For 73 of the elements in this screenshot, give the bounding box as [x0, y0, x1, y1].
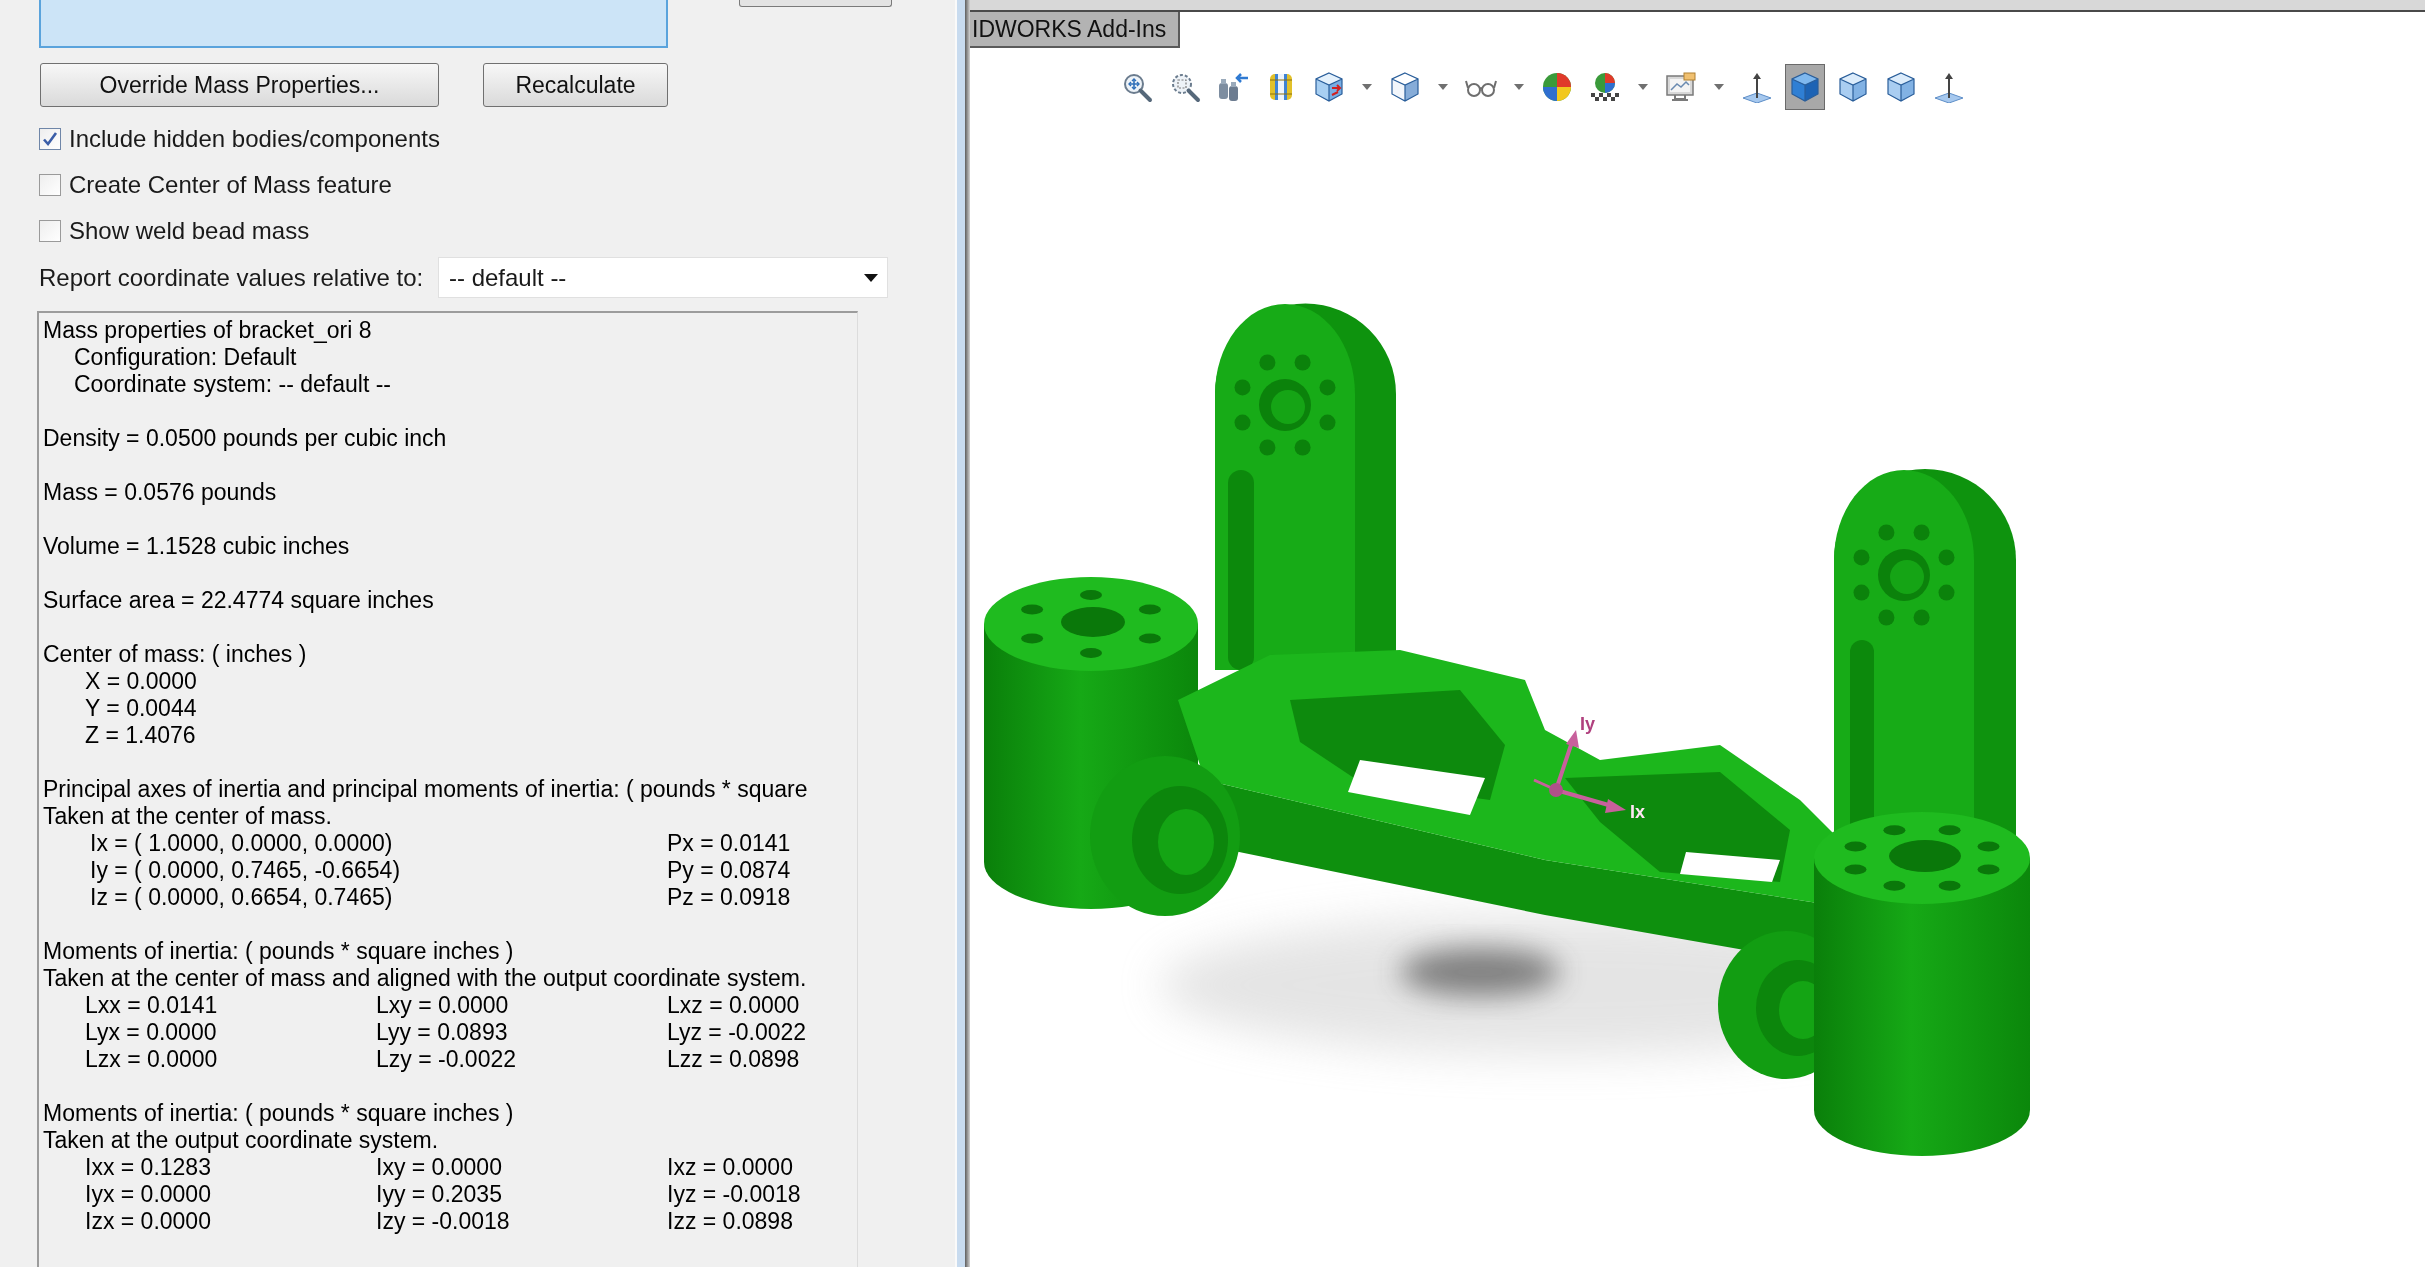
axis-vector: Iz = ( 0.0000, 0.6654, 0.7465) — [90, 884, 394, 911]
checkbox-label[interactable]: Show weld bead mass — [69, 213, 310, 249]
matrix-entry: Iyy = 0.2035 — [376, 1181, 503, 1208]
matrix-entry: Ixz = 0.0000 — [667, 1154, 794, 1181]
checkbox-label[interactable]: Include hidden bodies/components — [69, 121, 440, 157]
checkbox-label[interactable]: Create Center of Mass feature — [69, 167, 392, 203]
binoculars-icon — [1217, 70, 1249, 103]
report-line: Surface area = 22.4774 square inches — [43, 587, 435, 614]
cube-icon — [1885, 70, 1917, 103]
axis-label: Iy — [1580, 714, 1595, 734]
report-line: Mass = 0.0576 pounds — [43, 479, 278, 506]
caret-icon — [864, 273, 878, 282]
toolbar-button[interactable] — [1785, 63, 1825, 110]
report-item: Configuration: Default — [73, 344, 298, 371]
dialog-button[interactable]: Recalculate — [483, 63, 668, 107]
matrix-entry: Lyx = 0.0000 — [85, 1019, 218, 1046]
cube-icon — [1789, 70, 1821, 103]
cube-icon — [1837, 70, 1869, 103]
checkbox[interactable] — [39, 174, 61, 196]
checkbox[interactable] — [39, 220, 61, 242]
checkbox[interactable] — [39, 128, 61, 150]
matrix-entry: Ixy = 0.0000 — [376, 1154, 503, 1181]
caret-icon[interactable] — [1438, 83, 1448, 90]
matrix-entry: Lxy = 0.0000 — [376, 992, 510, 1019]
principal-moment: Px = 0.0141 — [667, 830, 791, 857]
matrix-entry: Lzz = 0.0898 — [667, 1046, 801, 1073]
matrix-entry: Izx = 0.0000 — [85, 1208, 212, 1235]
matrix-entry: Lyy = 0.0893 — [376, 1019, 509, 1046]
matrix-entry: Lzx = 0.0000 — [85, 1046, 219, 1073]
matrix-entry: Izz = 0.0898 — [667, 1208, 794, 1235]
report-note: Taken at the center of mass. — [43, 803, 333, 830]
caret-icon[interactable] — [1514, 83, 1524, 90]
field-label: Report coordinate values relative to: — [39, 262, 425, 293]
cube-arrows-icon — [1313, 70, 1345, 103]
report-item: Z = 1.4076 — [84, 722, 197, 749]
matrix-entry: Iyz = -0.0018 — [667, 1181, 802, 1208]
caret-icon[interactable] — [1362, 83, 1372, 90]
matrix-entry: Lxz = 0.0000 — [667, 992, 801, 1019]
matrix-entry: Lzy = -0.0022 — [376, 1046, 517, 1073]
truncated-button[interactable] — [739, 0, 892, 7]
ball-on-checkerboard-icon — [1589, 70, 1621, 103]
caret-icon[interactable] — [1638, 83, 1648, 90]
checkmark-icon — [42, 131, 58, 147]
matrix-entry: Izy = -0.0018 — [376, 1208, 511, 1235]
report-note: Taken at the output coordinate system. — [43, 1127, 440, 1154]
dialog-button[interactable]: Override Mass Properties... — [40, 63, 439, 107]
report-note: Taken at the center of mass and aligned with the output coordinate system. — [43, 965, 808, 992]
principal-moment: Pz = 0.0918 — [667, 884, 791, 911]
report-heading: Moments of inertia: ( pounds * square inches ) — [43, 1100, 515, 1127]
report-heading: Mass properties of bracket_ori 8 — [43, 317, 373, 344]
monitor-icon — [1665, 70, 1697, 103]
matrix-entry: Iyx = 0.0000 — [85, 1181, 212, 1208]
color-ball-icon — [1541, 70, 1573, 103]
caret-icon[interactable] — [1714, 83, 1724, 90]
dropdown[interactable]: -- default -- — [438, 257, 888, 298]
report-line: Density = 0.0500 pounds per cubic inch — [43, 425, 448, 452]
axis-vector: Iy = ( 0.0000, 0.7465, -0.6654) — [90, 857, 402, 884]
report-line: Volume = 1.1528 cubic inches — [43, 533, 351, 560]
axis-vector: Ix = ( 1.0000, 0.0000, 0.0000) — [90, 830, 394, 857]
report-heading: Center of mass: ( inches ) — [43, 641, 308, 668]
axis-label: Ix — [1630, 802, 1645, 822]
report-heading: Moments of inertia: ( pounds * square inches ) — [43, 938, 515, 965]
cube-icon — [1389, 70, 1421, 103]
matrix-entry: Lxx = 0.0141 — [85, 992, 219, 1019]
report-heading: Principal axes of inertia and principal moments of inertia: ( pounds * square — [43, 776, 809, 803]
report-item: X = 0.0000 — [84, 668, 198, 695]
report-item: Coordinate system: -- default -- — [73, 371, 392, 398]
report-item: Y = 0.0044 — [84, 695, 198, 722]
matrix-entry: Ixx = 0.1283 — [85, 1154, 212, 1181]
principal-moment: Py = 0.0874 — [667, 857, 791, 884]
matrix-entry: Lyz = -0.0022 — [667, 1019, 808, 1046]
splitter-bar[interactable] — [955, 0, 970, 1267]
toolbar-tab[interactable]: IDWORKS Add-Ins — [970, 12, 1180, 48]
